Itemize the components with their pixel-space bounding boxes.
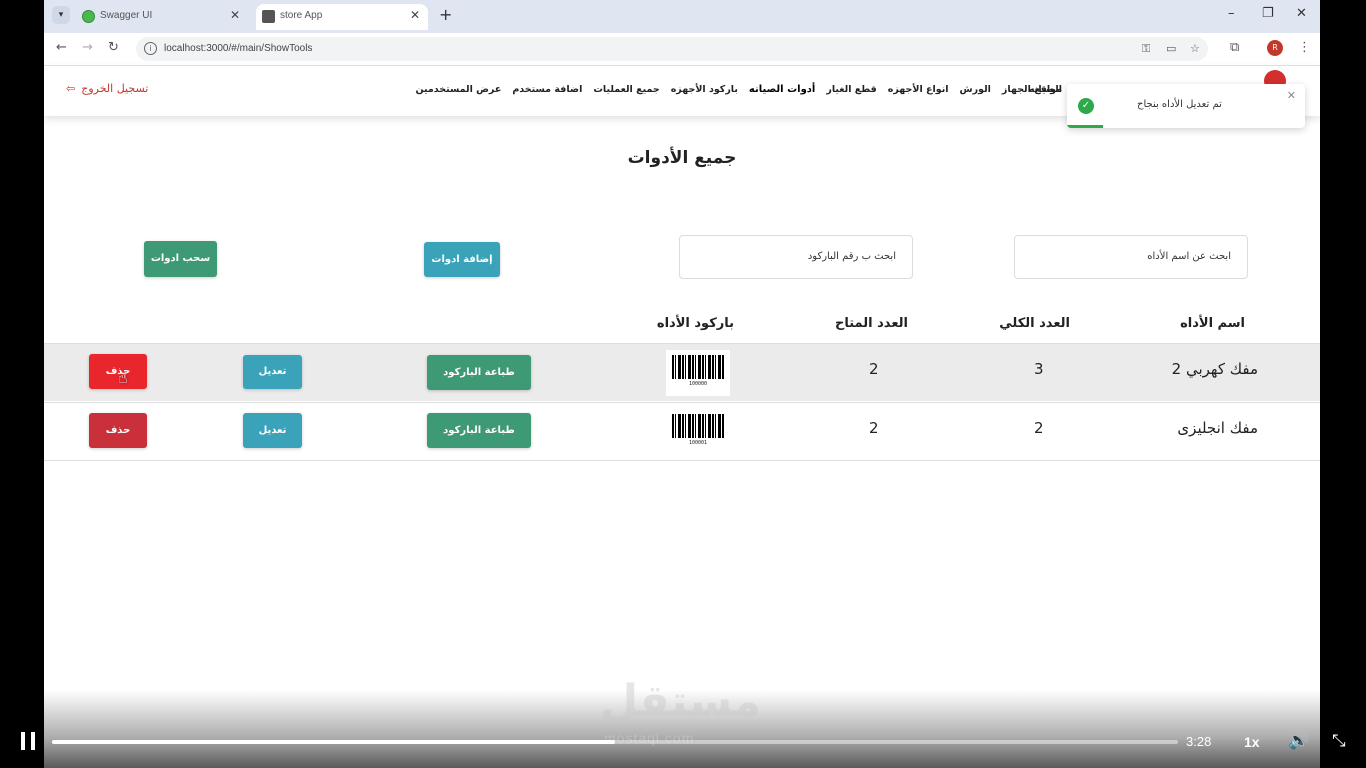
- nav-show-users[interactable]: عرض المستخدمين: [415, 84, 501, 95]
- tool-name: مفك كهربي 2: [1171, 360, 1258, 378]
- browser-tab-strip: ▾ Swagger UI ✕ store App ✕ + – ❐ ✕: [44, 0, 1320, 33]
- nav-workshops[interactable]: الورش: [960, 84, 991, 95]
- toast-close-icon[interactable]: ✕: [1287, 89, 1296, 102]
- logout-icon: ⇦: [66, 82, 76, 95]
- tab-close-icon[interactable]: ✕: [230, 8, 240, 22]
- page-title: جميع الأدوات: [627, 148, 737, 168]
- nav-all-operations[interactable]: جميع العمليات: [593, 84, 659, 95]
- barcode-bars: [672, 414, 724, 438]
- menu-kebab-icon[interactable]: ⋮: [1298, 40, 1311, 55]
- nav-maintenance[interactable]: الصيانه: [1029, 84, 1062, 95]
- search-name-input[interactable]: ابحث عن اسم الأداه: [1014, 235, 1248, 279]
- print-barcode-button[interactable]: طباعة الباركود: [427, 355, 531, 390]
- video-time: 3:28: [1186, 734, 1212, 749]
- barcode-bars: [672, 355, 724, 379]
- forward-icon[interactable]: →: [82, 40, 93, 55]
- success-check-icon: ✓: [1078, 98, 1094, 114]
- new-tab-icon[interactable]: +: [439, 5, 452, 24]
- tab-close-icon[interactable]: ✕: [410, 8, 420, 22]
- header-total-count: العدد الكلي: [999, 316, 1070, 331]
- tab-store-app[interactable]: store App ✕: [256, 4, 428, 30]
- print-barcode-button[interactable]: طباعة الباركود: [427, 413, 531, 448]
- barcode-image: 100000: [666, 350, 730, 396]
- nav-spare-parts[interactable]: قطع الغيار: [826, 84, 876, 95]
- barcode-number: 100000: [688, 381, 708, 387]
- logout-button[interactable]: ⇦ تسجيل الخروج: [66, 82, 148, 95]
- header-available-count: العدد المتاح: [835, 316, 908, 331]
- barcode-number: 100001: [688, 440, 708, 446]
- store-favicon-icon: [262, 10, 275, 23]
- table-bottom-border: [44, 460, 1320, 461]
- swagger-favicon-icon: [82, 10, 95, 23]
- profile-avatar[interactable]: R: [1267, 40, 1283, 56]
- toast-progress-bar: [1067, 125, 1103, 128]
- tab-title: store App: [280, 10, 323, 21]
- site-info-icon[interactable]: i: [144, 42, 157, 55]
- available-count: 2: [869, 419, 879, 437]
- toast-message: تم تعديل الأداه بنجاح: [1137, 99, 1222, 110]
- minimize-icon[interactable]: –: [1228, 6, 1235, 21]
- add-tools-button[interactable]: إضافة ادوات: [424, 242, 500, 277]
- nav-links: مواقع الجهاز الورش انواع الأجهزه قطع الغ…: [415, 84, 1062, 95]
- video-frame: ▾ Swagger UI ✕ store App ✕ + – ❐ ✕ ← → ↻…: [44, 0, 1320, 768]
- extensions-icon[interactable]: ⧉: [1230, 40, 1239, 55]
- edit-button[interactable]: تعديل: [243, 413, 302, 448]
- nav-device-types[interactable]: انواع الأجهزه: [888, 84, 949, 95]
- success-toast: ✓ تم تعديل الأداه بنجاح ✕: [1067, 84, 1305, 128]
- withdraw-tools-button[interactable]: سحب ادوات: [144, 241, 217, 277]
- reload-icon[interactable]: ↻: [108, 40, 119, 55]
- header-barcode: باركود الأداه: [656, 316, 734, 331]
- url-text: localhost:3000/#/main/ShowTools: [164, 43, 313, 54]
- total-count: 3: [1034, 360, 1044, 378]
- tab-swagger[interactable]: Swagger UI ✕: [76, 4, 248, 30]
- header-tool-name: اسم الأداه: [1180, 316, 1245, 331]
- video-progress-fill: [52, 740, 615, 744]
- volume-icon[interactable]: 🔊: [1288, 731, 1309, 751]
- bookmark-star-icon[interactable]: ☆: [1190, 42, 1200, 55]
- table-row: مفك انجليزى 2 2 100001 طباعة الباركود تع…: [44, 402, 1320, 460]
- restore-icon[interactable]: ❐: [1262, 6, 1274, 21]
- mouse-cursor-icon: ☝: [118, 368, 128, 387]
- pause-icon[interactable]: [20, 732, 36, 750]
- total-count: 2: [1034, 419, 1044, 437]
- table-row: مفك كهربي 2 3 2 100000 طباعة الباركود تع…: [44, 343, 1320, 401]
- back-icon[interactable]: ←: [56, 40, 67, 55]
- exit-fullscreen-icon[interactable]: ⤡: [1332, 731, 1346, 751]
- playback-speed-button[interactable]: 1x: [1244, 734, 1260, 750]
- browser-toolbar: ← → ↻ i localhost:3000/#/main/ShowTools …: [44, 33, 1320, 66]
- nav-maintenance-tools[interactable]: أدوات الصيانه: [749, 84, 815, 95]
- watermark-logo: مستقل: [600, 676, 761, 727]
- tab-title: Swagger UI: [100, 10, 153, 21]
- address-bar[interactable]: i localhost:3000/#/main/ShowTools ⚿ ▭ ☆: [136, 37, 1208, 61]
- logout-label: تسجيل الخروج: [81, 82, 149, 95]
- tab-search-icon[interactable]: ▾: [52, 6, 70, 24]
- search-barcode-input[interactable]: ابحث ب رقم الباركود: [679, 235, 913, 279]
- barcode-image: 100001: [666, 409, 730, 455]
- cast-icon[interactable]: ▭: [1166, 42, 1176, 55]
- available-count: 2: [869, 360, 879, 378]
- window-close-icon[interactable]: ✕: [1296, 6, 1307, 21]
- delete-button[interactable]: حذف: [89, 413, 147, 448]
- edit-button[interactable]: تعديل: [243, 355, 302, 389]
- password-key-icon[interactable]: ⚿: [1142, 42, 1150, 56]
- video-seek-bar[interactable]: [52, 740, 1178, 744]
- tool-name: مفك انجليزى: [1177, 419, 1258, 437]
- nav-device-barcode[interactable]: باركود الأجهزه: [671, 84, 738, 95]
- nav-add-user[interactable]: اضافة مستخدم: [512, 84, 582, 95]
